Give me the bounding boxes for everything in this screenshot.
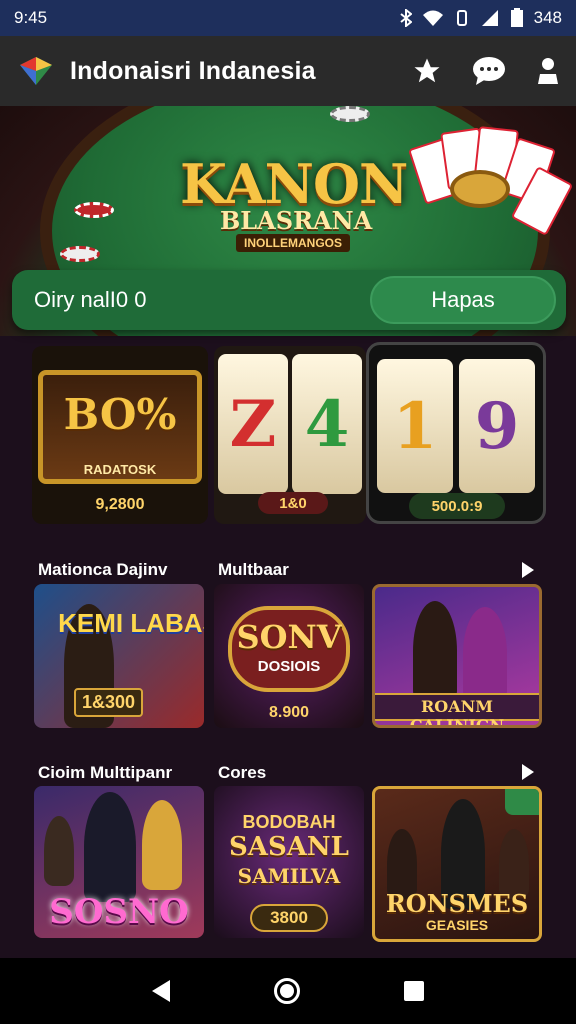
- person-figure: [413, 601, 457, 701]
- slot-amount-badge: 500.0:9: [409, 493, 505, 519]
- casino-chip: [330, 106, 370, 122]
- search-bar: Oiry nalI0 0 Hapas: [12, 270, 566, 330]
- app-logo-icon[interactable]: [16, 51, 56, 91]
- section-title: Multbaar: [218, 560, 289, 579]
- slot-amount-badge: 1&0: [258, 492, 328, 514]
- profile-icon[interactable]: [536, 56, 560, 86]
- new-badge: [505, 789, 539, 815]
- section-title: Cores: [218, 763, 267, 782]
- hero-tagline: INOLLEMANGOS: [236, 234, 350, 252]
- casino-chip: [60, 246, 100, 262]
- slot-reel: 9: [459, 359, 535, 493]
- app-bar: Indonaisri Indanesia: [0, 36, 576, 106]
- game-amount: 3800: [270, 908, 308, 927]
- game-title: ROANM CALINIGN: [409, 697, 505, 728]
- battery-icon: [510, 8, 523, 27]
- home-icon[interactable]: [274, 978, 300, 1004]
- search-button[interactable]: Hapas: [370, 276, 556, 324]
- slot-title: BO%: [63, 390, 177, 439]
- bluetooth-icon: [400, 9, 412, 27]
- game-title: SOSNO: [49, 892, 189, 932]
- chat-icon[interactable]: [472, 56, 506, 86]
- slot-reel: 1: [377, 359, 453, 493]
- arrow-right-icon[interactable]: [522, 764, 534, 780]
- battery-level: 348: [533, 8, 562, 27]
- slot-subtitle: RADATOSK: [83, 462, 157, 477]
- game-subtitle: SAMILVA: [237, 864, 341, 888]
- vibrate-icon: [456, 10, 467, 26]
- casino-chip: [74, 202, 114, 218]
- person-figure: [84, 792, 136, 902]
- game-thumb[interactable]: KEMI LABAS 1&300: [34, 584, 204, 728]
- game-thumb[interactable]: SOSNO: [34, 786, 204, 938]
- game-subtitle: DOSIOIS: [257, 658, 321, 675]
- hero-subtitle: BLASRANA: [220, 206, 373, 235]
- game-thumb[interactable]: BODOBAH SASANL SAMILVA 3800: [214, 786, 364, 938]
- person-figure: [142, 800, 182, 890]
- signal-icon: [481, 10, 498, 26]
- game-title: RONSMES: [385, 889, 529, 918]
- slot-amount: 9,2800: [95, 496, 145, 513]
- slot-amount: 500.0:9: [431, 497, 483, 515]
- status-time: 9:45: [14, 8, 48, 27]
- game-amount: 8.900: [268, 704, 310, 721]
- slot-reel: Z: [218, 354, 288, 494]
- featured-slot-2[interactable]: Z 4 1&0: [214, 346, 366, 524]
- game-thumb[interactable]: SONV DOSIOIS 8.900: [214, 584, 364, 728]
- section-title: Mationca Dajinv: [38, 560, 168, 579]
- game-title: BODOBAH: [242, 812, 336, 832]
- section-title: Cioim Multtipanr: [38, 763, 173, 782]
- chip-stack: [450, 170, 510, 208]
- status-bar: 9:45 348: [0, 0, 576, 36]
- person-figure: [44, 816, 74, 886]
- app-title: Indonaisri Indanesia: [70, 56, 316, 85]
- featured-slot-3[interactable]: 1 9 500.0:9: [366, 342, 546, 524]
- game-title: KEMI LABAS: [58, 608, 204, 638]
- recents-icon[interactable]: [404, 981, 424, 1001]
- game-thumb[interactable]: RONSMES GEASIES: [372, 786, 542, 942]
- search-input[interactable]: Oiry nalI0 0: [34, 287, 370, 313]
- featured-slot-1[interactable]: BO% RADATOSK 9,2800: [32, 346, 208, 524]
- back-icon[interactable]: [152, 980, 170, 1002]
- game-amount: 1&300: [74, 688, 144, 717]
- game-title: SONV: [236, 618, 342, 656]
- game-amount-badge: 3800: [250, 904, 328, 932]
- system-nav-bar: [0, 958, 576, 1024]
- wifi-icon: [422, 10, 443, 26]
- game-subtitle: GEASIES: [425, 917, 489, 933]
- status-icons: 348: [400, 8, 562, 28]
- star-icon[interactable]: [412, 56, 442, 86]
- slot-reel: 4: [292, 354, 362, 494]
- slot-amount: 1&0: [279, 494, 307, 512]
- game-thumb[interactable]: ROANM CALINIGN: [372, 584, 542, 728]
- person-figure: [463, 607, 507, 701]
- game-subtitle: SASANL: [229, 832, 349, 862]
- arrow-right-icon[interactable]: [522, 562, 534, 578]
